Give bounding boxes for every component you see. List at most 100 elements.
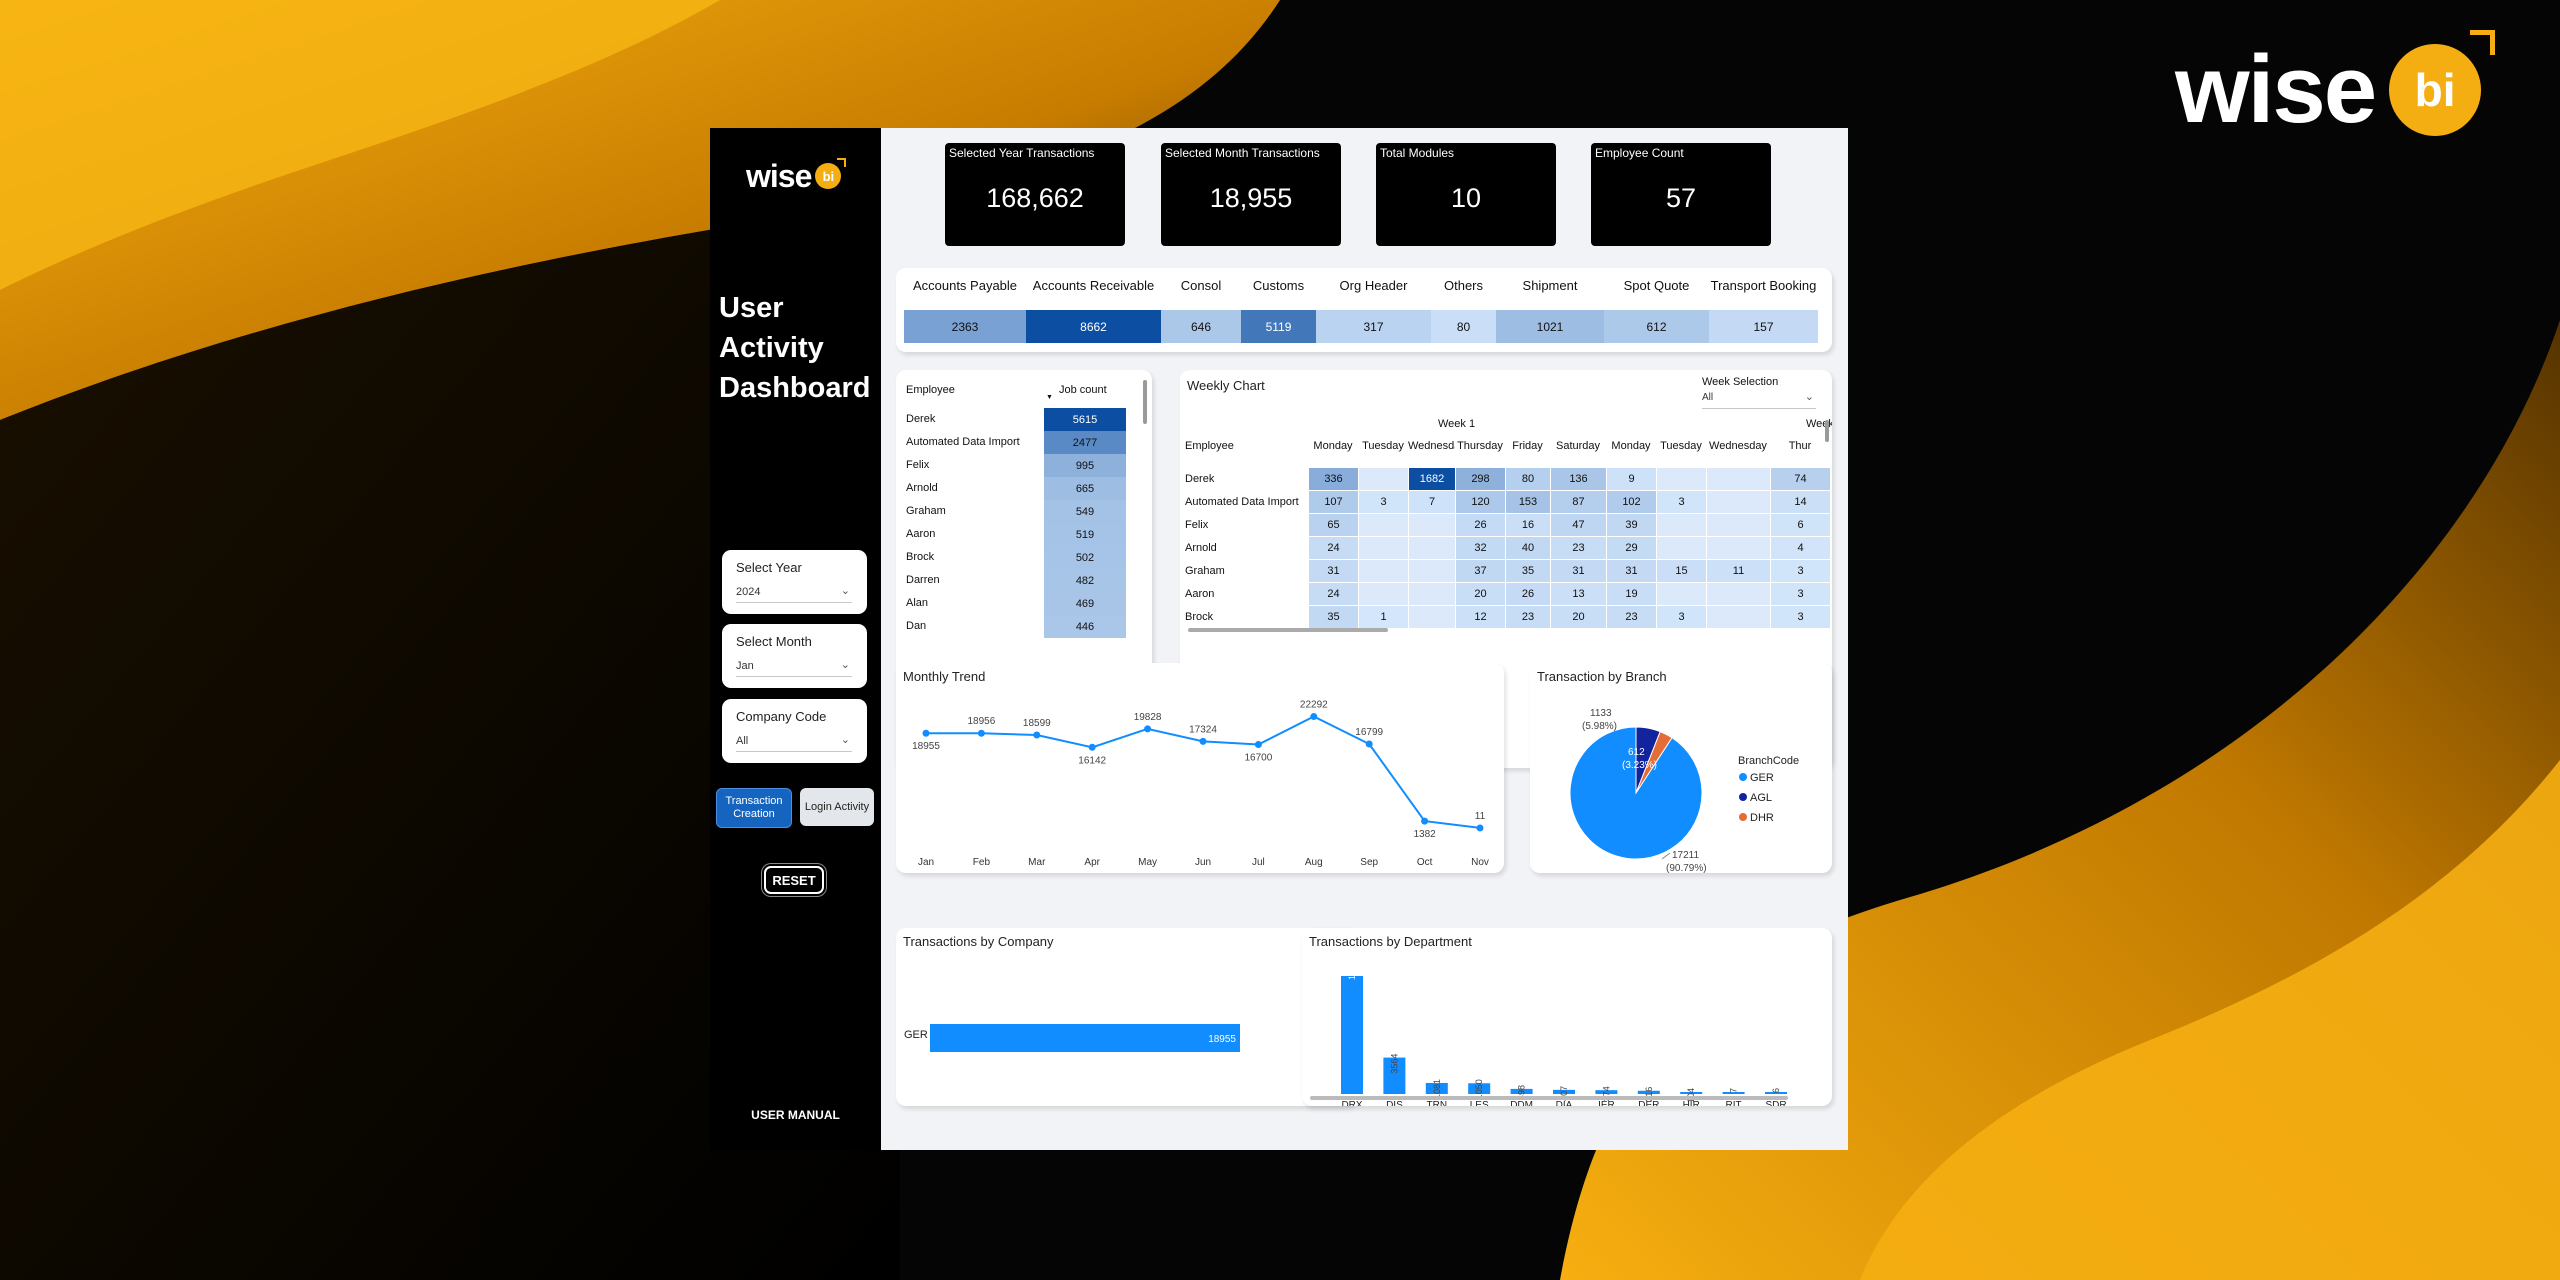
table-row-employee-name[interactable]: Derek: [1185, 473, 1307, 485]
column-header-job-count[interactable]: Job count: [1059, 384, 1107, 396]
reset-button[interactable]: RESET: [764, 866, 824, 894]
kpi-value: 57: [1665, 183, 1697, 213]
module-header[interactable]: Org Header: [1316, 278, 1431, 293]
table-cell-job-count: 5615: [1044, 408, 1126, 431]
trend-point: [1365, 740, 1373, 748]
matrix-cell: 12: [1456, 606, 1505, 628]
kpi-total-modules: Total Modules 10: [1376, 143, 1556, 246]
module-value-cell: 2363: [904, 310, 1026, 343]
table-row-employee-name[interactable]: Automated Data Import: [906, 436, 1044, 448]
pie-data-label: 1133: [1590, 708, 1612, 719]
table-row-employee-name[interactable]: Arnold: [1185, 542, 1307, 554]
matrix-cell: 4: [1771, 537, 1830, 559]
table-row-employee-name[interactable]: Felix: [1185, 519, 1307, 531]
kpi-label: Employee Count: [1595, 146, 1684, 160]
matrix-cell: 37: [1456, 560, 1505, 582]
trend-point: [1199, 737, 1207, 745]
matrix-cell: 14: [1771, 491, 1830, 513]
table-row-employee-name[interactable]: Derek: [906, 413, 1044, 425]
column-header-day: Thur: [1788, 440, 1812, 452]
trend-point: [1033, 731, 1041, 739]
matrix-cell: [1707, 468, 1770, 490]
matrix-cell: 336: [1309, 468, 1358, 490]
table-row-employee-name[interactable]: Darren: [906, 574, 1044, 586]
department-bar: [1341, 976, 1363, 1094]
trend-point: [1144, 725, 1152, 733]
matrix-cell: 298: [1456, 468, 1505, 490]
pie-legend-entry: AGL: [1750, 792, 1772, 804]
scrollbar[interactable]: [1143, 380, 1147, 424]
table-cell-job-count: 482: [1044, 569, 1126, 592]
department-x-tick-label: IER: [1598, 1100, 1615, 1106]
transactions-by-company-card: Transactions by Company GER 18955: [896, 928, 1356, 1106]
table-row-employee-name[interactable]: Alan: [906, 597, 1044, 609]
table-row-employee-name[interactable]: Dan: [906, 620, 1044, 632]
module-header[interactable]: Spot Quote: [1604, 278, 1709, 293]
monthly-trend-card: Monthly Trend 18955 Jan 18956 Feb 18599 Mar 16…: [896, 663, 1504, 873]
table-row-employee-name[interactable]: Graham: [1185, 565, 1307, 577]
module-header[interactable]: Customs: [1241, 278, 1316, 293]
company-code-dropdown[interactable]: All ⌄: [736, 734, 852, 752]
select-month-slicer: Select Month Jan ⌄: [722, 624, 867, 688]
module-header[interactable]: Others: [1431, 278, 1496, 293]
login-activity-button[interactable]: Login Activity: [800, 788, 874, 826]
module-header[interactable]: Transport Booking: [1709, 278, 1818, 293]
matrix-cell: [1707, 606, 1770, 628]
matrix-cell: [1707, 514, 1770, 536]
column-header-employee[interactable]: Employee: [906, 384, 955, 396]
trend-point: [1310, 713, 1318, 721]
table-row-employee-name[interactable]: Felix: [906, 459, 1044, 471]
table-row-employee-name[interactable]: Automated Data Import: [1185, 496, 1307, 508]
table-row-employee-name[interactable]: Arnold: [906, 482, 1044, 494]
transaction-creation-button[interactable]: Transaction Creation: [716, 788, 792, 828]
matrix-cell: 24: [1309, 537, 1358, 559]
matrix-cell: 74: [1771, 468, 1830, 490]
select-month-dropdown[interactable]: Jan ⌄: [736, 659, 852, 677]
weekly-chart-title: Weekly Chart: [1187, 378, 1265, 393]
user-manual-link[interactable]: USER MANUAL: [710, 1108, 881, 1122]
trend-data-label: 19828: [1134, 712, 1162, 723]
module-header[interactable]: Shipment: [1496, 278, 1604, 293]
chevron-down-icon: ⌄: [840, 659, 850, 671]
trend-data-label: 11: [1475, 811, 1486, 822]
table-row-employee-name[interactable]: Graham: [906, 505, 1044, 517]
trend-x-tick-label: Oct: [1417, 857, 1433, 868]
module-header[interactable]: Accounts Payable: [904, 278, 1026, 293]
sidebar-logo-text: wise: [746, 158, 812, 194]
scrollbar-horizontal[interactable]: [1310, 1096, 1788, 1100]
kpi-value: 168,662: [986, 183, 1084, 213]
select-year-dropdown[interactable]: 2024 ⌄: [736, 585, 852, 603]
select-year-value: 2024: [736, 586, 761, 598]
brand-corner-icon: [2470, 30, 2496, 55]
pie-legend-title: BranchCode: [1738, 755, 1799, 767]
select-month-label: Select Month: [736, 634, 812, 649]
kpi-label: Selected Year Transactions: [949, 146, 1095, 160]
trend-data-label: 16799: [1355, 727, 1383, 738]
department-x-tick-label: DER: [1638, 1100, 1659, 1106]
matrix-cell: 3: [1359, 491, 1408, 513]
chevron-down-icon: ⌄: [1804, 391, 1814, 403]
matrix-cell: 102: [1607, 491, 1656, 513]
page-title-line: Dashboard: [719, 372, 871, 404]
trend-point: [1088, 743, 1096, 751]
table-row-employee-name[interactable]: Brock: [1185, 611, 1307, 623]
table-cell-job-count: 665: [1044, 477, 1126, 500]
module-header[interactable]: Accounts Receivable: [1026, 278, 1161, 293]
table-row-employee-name[interactable]: Brock: [906, 551, 1044, 563]
pie-leader-line: [1661, 852, 1671, 860]
department-x-tick-label: DDM: [1510, 1100, 1533, 1106]
brand-badge-text: bi: [2414, 64, 2456, 116]
scrollbar-vertical[interactable]: [1825, 420, 1829, 442]
week-1-header: Week 1: [1438, 418, 1476, 430]
matrix-cell: [1359, 537, 1408, 559]
table-row-employee-name[interactable]: Aaron: [906, 528, 1044, 540]
matrix-cell: 40: [1506, 537, 1550, 559]
matrix-cell: 107: [1309, 491, 1358, 513]
module-header[interactable]: Consol: [1161, 278, 1241, 293]
table-row-employee-name[interactable]: Aaron: [1185, 588, 1307, 600]
scrollbar-horizontal[interactable]: [1188, 628, 1388, 632]
select-year-slicer: Select Year 2024 ⌄: [722, 550, 867, 614]
module-value-cell: 612: [1604, 310, 1709, 343]
week-selection-dropdown[interactable]: All ⌄: [1702, 391, 1816, 409]
company-bar: [930, 1024, 1240, 1052]
